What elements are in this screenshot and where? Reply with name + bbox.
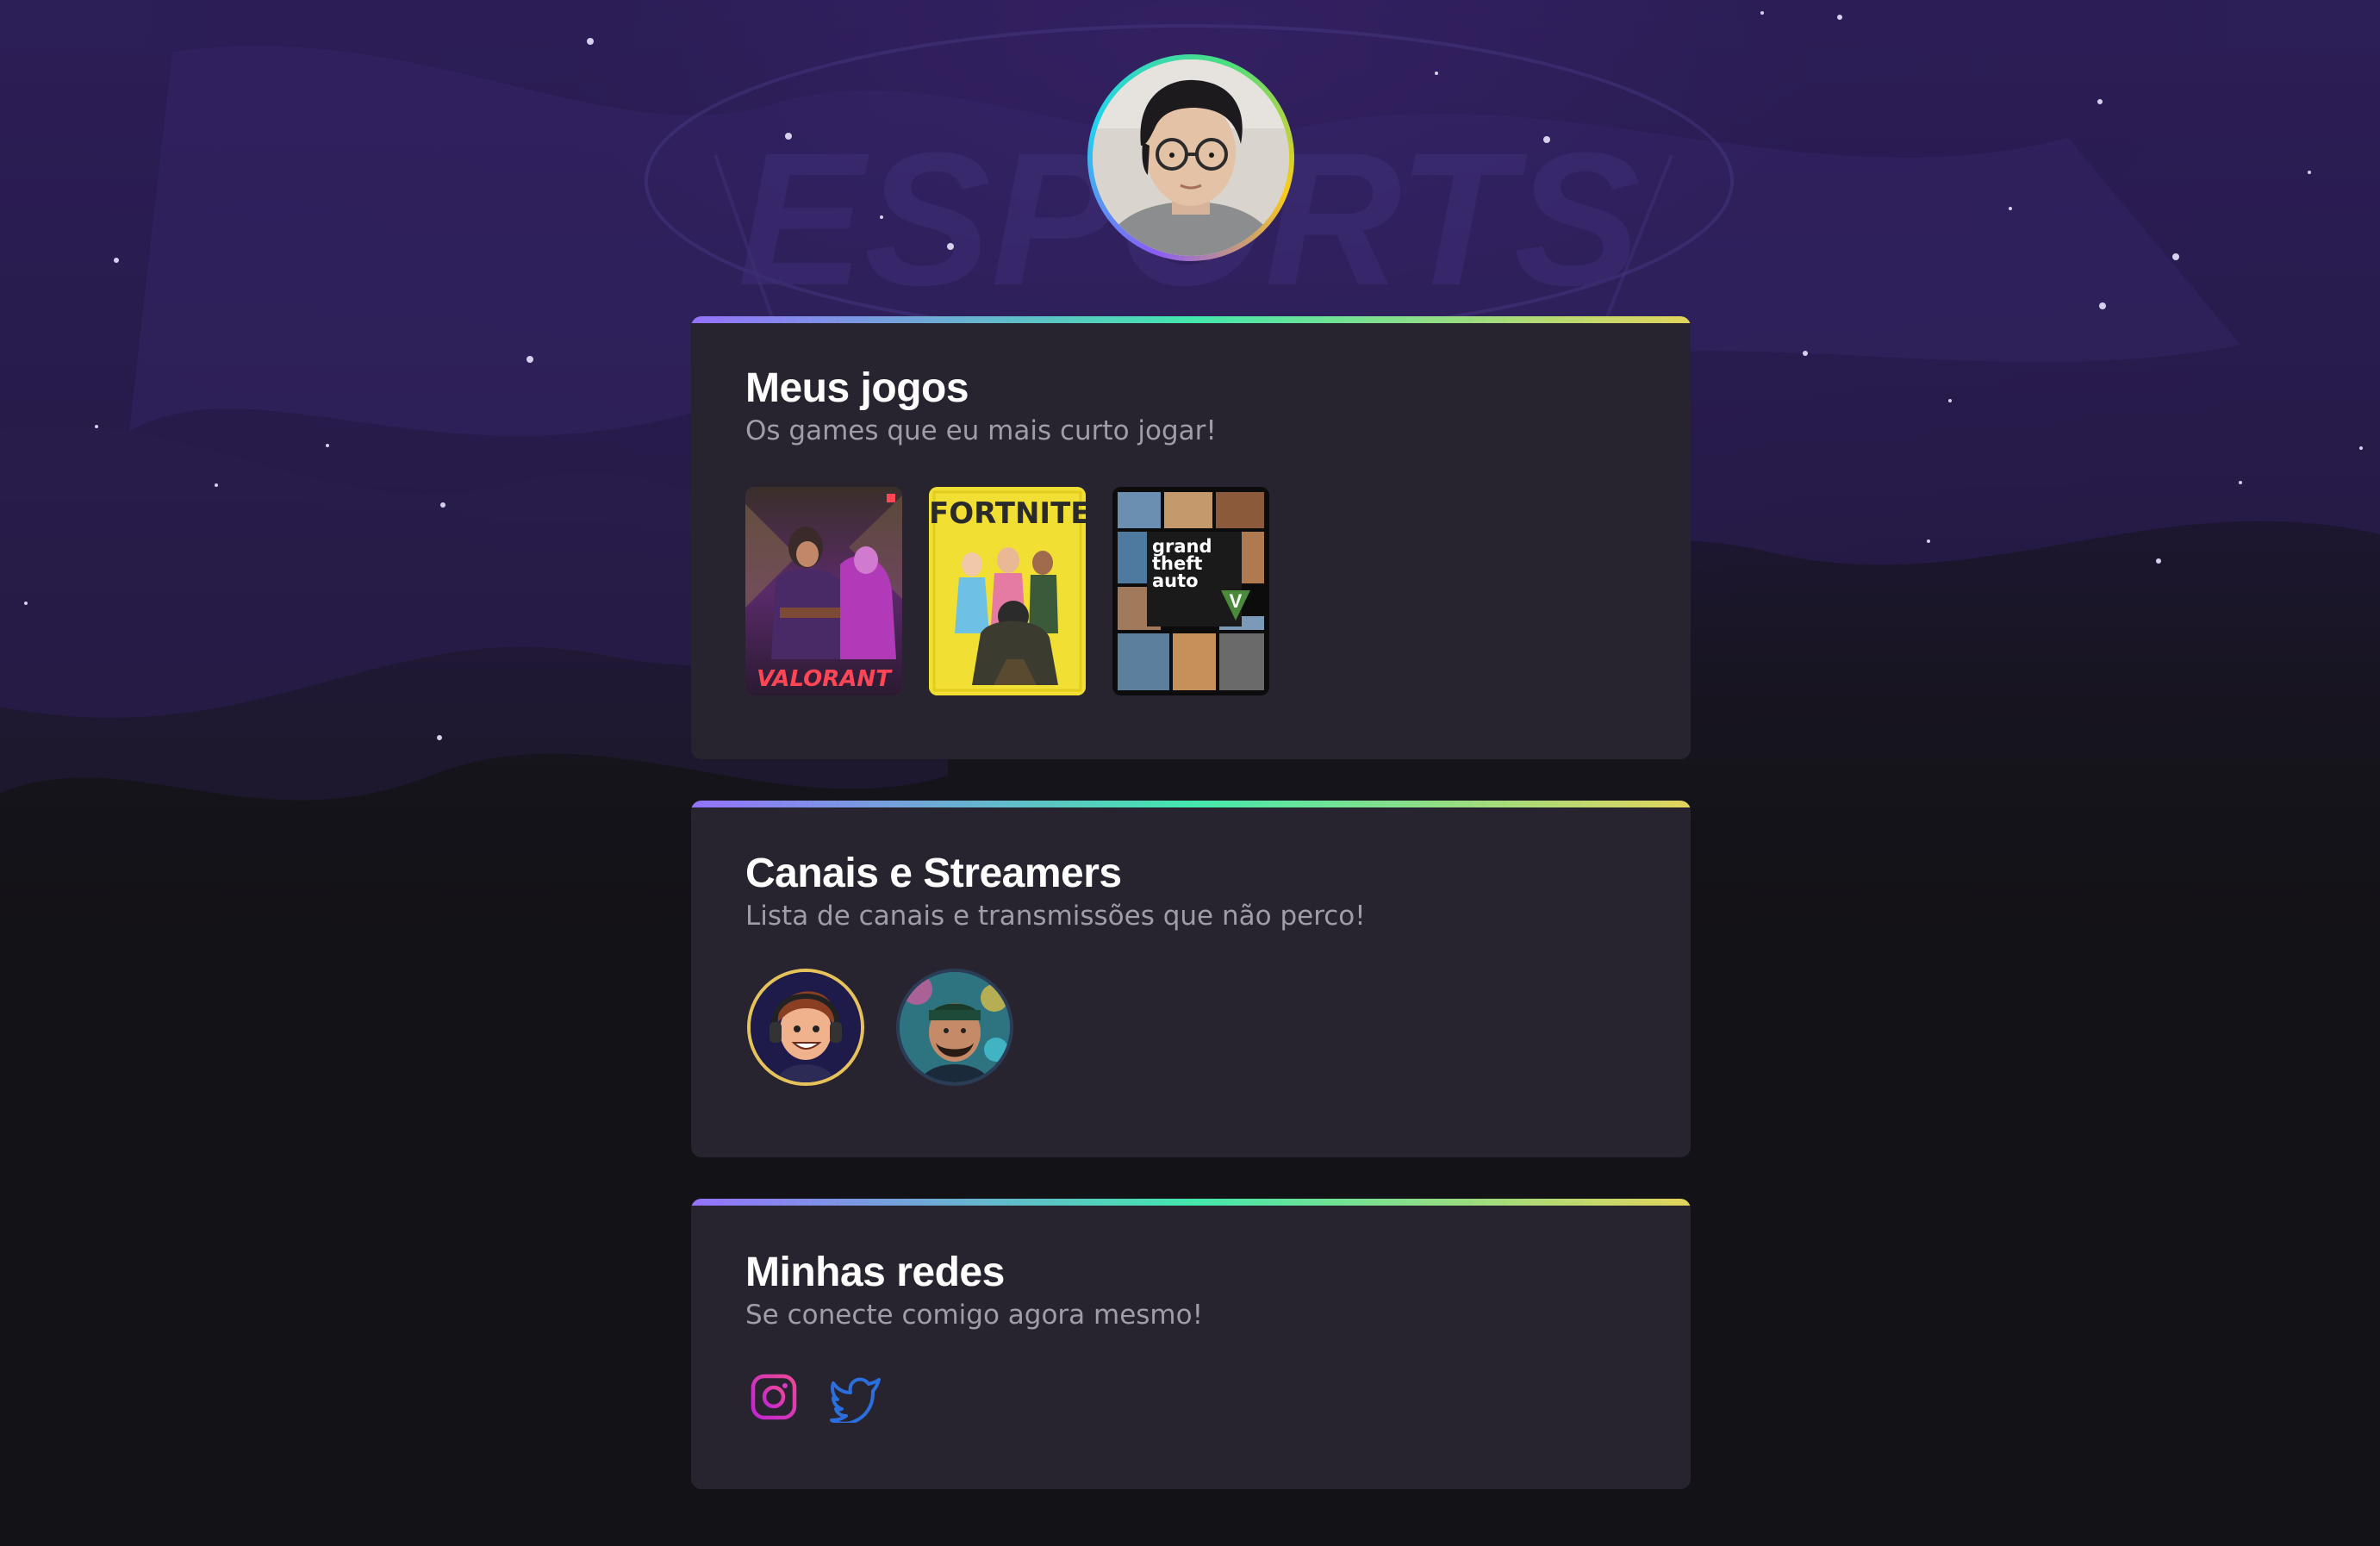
games-card: Meus jogos Os games que eu mais curto jo… bbox=[691, 316, 1691, 759]
instagram-icon bbox=[751, 1374, 797, 1420]
streamers-title: Canais e Streamers bbox=[745, 851, 1122, 896]
socials-card: Minhas redes Se conecte comigo agora mes… bbox=[691, 1199, 1691, 1489]
streamer-avatar-1[interactable] bbox=[747, 969, 864, 1086]
games-title: Meus jogos bbox=[745, 365, 969, 411]
socials-subtitle: Se conecte comigo agora mesmo! bbox=[745, 1300, 1204, 1331]
streamers-card: Canais e Streamers Lista de canais e tra… bbox=[691, 801, 1691, 1157]
instagram-link[interactable] bbox=[748, 1371, 800, 1423]
cartoon-streamer-avatar bbox=[751, 972, 861, 1082]
streamer-photo-avatar bbox=[900, 972, 1010, 1082]
twitter-link[interactable] bbox=[829, 1371, 881, 1425]
person-avatar-illustration bbox=[1093, 59, 1289, 256]
twitter-icon bbox=[830, 1377, 881, 1425]
streamer-avatar-2[interactable] bbox=[896, 969, 1013, 1086]
socials-title: Minhas redes bbox=[745, 1250, 1005, 1295]
gta-v-cover: V bbox=[1112, 487, 1269, 695]
game-gta-v[interactable]: V grand theft auto bbox=[1112, 487, 1269, 695]
profile-avatar bbox=[1087, 54, 1294, 261]
streamers-subtitle: Lista de canais e transmissões que não p… bbox=[745, 901, 1366, 932]
profile-photo bbox=[1093, 59, 1289, 256]
valorant-cover bbox=[745, 487, 902, 695]
valorant-logo-text: VALORANT bbox=[757, 666, 891, 692]
game-valorant[interactable]: VALORANT bbox=[745, 487, 902, 695]
fortnite-logo-text: FORTNITE bbox=[929, 496, 1086, 531]
gta-logo-text: grand theft auto bbox=[1152, 536, 1212, 591]
games-subtitle: Os games que eu mais curto jogar! bbox=[745, 415, 1217, 446]
game-fortnite[interactable]: FORTNITE bbox=[929, 487, 1086, 695]
svg-text:V: V bbox=[1230, 590, 1243, 612]
